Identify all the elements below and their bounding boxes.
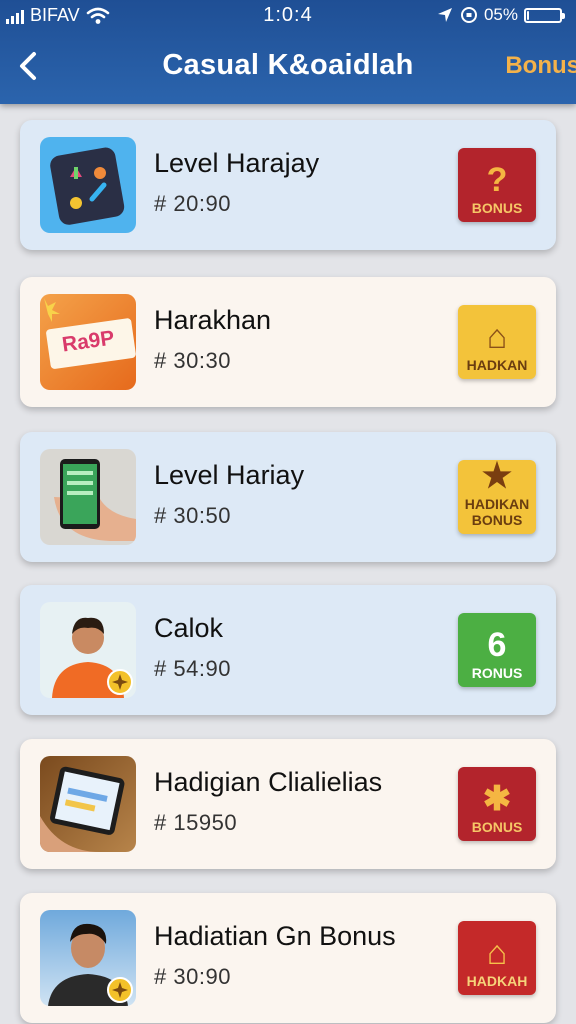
battery-icon — [524, 7, 565, 23]
item-score: # 15950 — [154, 810, 238, 835]
house-icon: ⌂ — [486, 318, 508, 356]
gear-badge-icon: ✱ — [482, 780, 512, 818]
phone-in-hand-icon — [40, 766, 125, 852]
battery-level — [527, 10, 529, 20]
bonus-badge[interactable]: 6 RONUS — [458, 613, 536, 687]
game-thumbnail — [40, 910, 136, 1006]
list-item[interactable]: Hadiatian Gn Bonus # 30:90 ⌂ HADKAH — [20, 893, 556, 1023]
item-score: # 54:90 — [154, 656, 231, 681]
item-title: Level Harajay — [154, 148, 320, 178]
star-icon: ★ — [481, 457, 513, 495]
player-avatar — [48, 923, 133, 1006]
bonus-badge[interactable]: ⌂ HADKAH — [458, 921, 536, 995]
item-score: # 30:50 — [154, 503, 231, 528]
status-bar: BIFAV 1:0:4 05% — [0, 0, 576, 32]
list-item[interactable]: Level Hariay # 30:50 ★ HADIKAN BONUS — [20, 432, 556, 562]
battery-percent: 05% — [483, 5, 518, 24]
phone-in-hand-icon — [54, 459, 136, 541]
list-item[interactable]: Calok # 54:90 6 RONUS — [20, 585, 556, 715]
player-avatar — [52, 617, 133, 698]
bonus-badge[interactable]: ⌂ HADKAN — [458, 305, 536, 379]
bonus-badge[interactable]: ? BONUS — [458, 148, 536, 222]
item-score: # 30:30 — [154, 348, 231, 373]
game-thumbnail — [40, 602, 136, 698]
app-header: BIFAV 1:0:4 05% Casual K&oaidlah Bonus — [0, 0, 576, 104]
item-title: Harakhan — [154, 305, 272, 335]
bonus-link[interactable]: Bonus — [505, 52, 576, 80]
house-icon: ⌂ — [486, 934, 508, 972]
six-icon: 6 — [487, 626, 507, 664]
item-score: # 20:90 — [154, 191, 231, 216]
location-icon — [437, 8, 452, 22]
list-item[interactable]: Hadigian Clialielias # 15950 ✱ BONUS — [20, 739, 556, 869]
status-right: 05% — [436, 5, 565, 25]
game-thumbnail — [40, 449, 136, 545]
list-item[interactable]: Level Harajay # 20:90 ? BONUS — [20, 120, 556, 250]
item-score: # 30:90 — [154, 964, 231, 989]
bonus-badge[interactable]: ✱ BONUS — [458, 767, 536, 841]
page-title: Casual K&oaidlah — [162, 49, 414, 81]
puzzle-game-icon — [50, 147, 125, 225]
game-thumbnail: Ra9P — [40, 294, 136, 390]
item-title: Level Hariay — [154, 460, 305, 490]
item-title: Hadigian Clialielias — [154, 767, 383, 797]
item-title: Hadiatian Gn Bonus — [154, 921, 396, 951]
question-icon: ? — [486, 161, 508, 199]
bonus-badge[interactable]: ★ HADIKAN BONUS — [458, 457, 536, 534]
game-thumbnail — [40, 756, 136, 852]
game-thumbnail — [40, 137, 136, 233]
lock-rotation-icon — [460, 7, 477, 23]
item-title: Calok — [154, 613, 224, 643]
list-item[interactable]: Ra9P Harakhan # 30:30 ⌂ HADKAN — [20, 277, 556, 407]
